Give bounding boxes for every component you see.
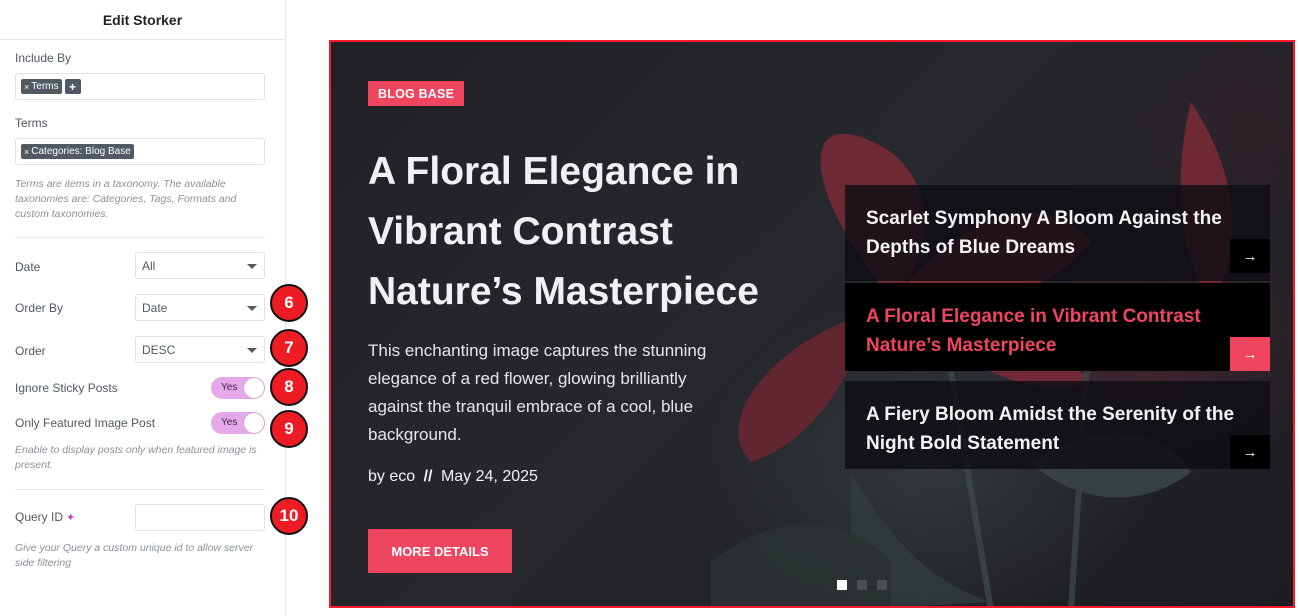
editor-panel: Edit Storker Include By × Terms + Terms × C…: [0, 0, 286, 616]
remove-icon[interactable]: ×: [24, 82, 29, 92]
query-id-label: Query ID: [15, 510, 64, 524]
featured-image-toggle[interactable]: Yes: [211, 412, 265, 434]
category-badge[interactable]: BLOG BASE: [368, 81, 465, 106]
caret-down-icon: [247, 264, 257, 269]
slide-nav-card-active[interactable]: A Floral Elegance in Vibrant Contrast Na…: [845, 283, 1270, 371]
featured-image-label: Only Featured Image Post: [15, 416, 156, 430]
toggle-state: Yes: [221, 417, 238, 428]
divider: [15, 237, 265, 238]
toggle-knob: [244, 413, 264, 433]
date-label: Date: [15, 260, 41, 274]
include-by-field[interactable]: × Terms +: [15, 73, 265, 100]
toggle-state: Yes: [221, 382, 238, 393]
order-select[interactable]: DESC: [135, 336, 265, 363]
divider: [15, 489, 265, 490]
featured-help-text: Enable to display posts only when featur…: [15, 444, 257, 471]
remove-icon[interactable]: ×: [24, 147, 29, 157]
arrow-right-icon[interactable]: →: [1230, 435, 1270, 469]
ignore-sticky-toggle[interactable]: Yes: [211, 377, 265, 399]
slider-preview: BLOG BASE A Floral Elegance in Vibrant C…: [329, 40, 1295, 608]
order-by-select-value: Date: [142, 301, 168, 315]
terms-chip[interactable]: × Categories: Blog Base: [21, 144, 134, 160]
terms-chip-label: Categories: Blog Base: [31, 146, 131, 158]
meta-by: by: [368, 468, 385, 485]
query-id-input[interactable]: [135, 504, 265, 531]
meta-author[interactable]: eco: [389, 468, 415, 485]
slide-title[interactable]: A Floral Elegance in Vibrant Contrast Na…: [368, 142, 808, 322]
date-select-value: All: [142, 259, 156, 273]
query-help-text: Give your Query a custom unique id to al…: [15, 542, 254, 569]
slide-nav-card[interactable]: Scarlet Symphony A Bloom Against the Dep…: [845, 185, 1270, 281]
caret-down-icon: [247, 348, 257, 353]
order-by-label: Order By: [15, 301, 64, 315]
panel-title: Edit Storker: [0, 0, 285, 40]
slide-nav-card-title: A Fiery Bloom Amidst the Serenity of the…: [866, 404, 1235, 454]
slider-pagination: [837, 580, 887, 590]
include-by-label: Include By: [15, 51, 72, 65]
annotation-marker: 8: [270, 368, 308, 406]
terms-label: Terms: [15, 116, 48, 130]
annotation-marker: 7: [270, 329, 308, 367]
pagination-dot[interactable]: [857, 580, 867, 590]
pagination-dot[interactable]: [877, 580, 887, 590]
annotation-marker: 10: [270, 497, 308, 535]
post-meta: by eco // May 24, 2025: [368, 468, 538, 486]
slide-nav-card-title: Scarlet Symphony A Bloom Against the Dep…: [866, 208, 1222, 258]
more-details-button[interactable]: MORE DETAILS: [368, 529, 512, 573]
add-icon[interactable]: +: [64, 79, 81, 95]
order-select-value: DESC: [142, 343, 176, 357]
toggle-knob: [244, 378, 264, 398]
date-select[interactable]: All: [135, 252, 265, 279]
slide-excerpt: This enchanting image captures the stunn…: [368, 341, 707, 444]
terms-field[interactable]: × Categories: Blog Base: [15, 138, 265, 165]
include-by-chip[interactable]: × Terms: [21, 79, 62, 95]
ignore-sticky-label: Ignore Sticky Posts: [15, 381, 118, 395]
order-by-select[interactable]: Date: [135, 294, 265, 321]
pagination-dot-active[interactable]: [837, 580, 847, 590]
meta-date: May 24, 2025: [440, 468, 538, 485]
caret-down-icon: [247, 306, 257, 311]
slide-nav-card[interactable]: A Fiery Bloom Amidst the Serenity of the…: [845, 381, 1270, 469]
arrow-right-icon[interactable]: →: [1230, 239, 1270, 273]
annotation-marker: 6: [270, 284, 308, 322]
slide-nav-card-title: A Floral Elegance in Vibrant Contrast Na…: [866, 306, 1201, 356]
include-by-chip-label: Terms: [31, 81, 59, 93]
arrow-right-icon[interactable]: →: [1230, 337, 1270, 371]
meta-separator: //: [423, 468, 433, 485]
annotation-marker: 9: [270, 410, 308, 448]
order-label: Order: [15, 344, 46, 358]
terms-help-text: Terms are items in a taxonomy. The avail…: [15, 178, 237, 220]
ai-sparkle-icon[interactable]: ✦: [66, 511, 75, 524]
